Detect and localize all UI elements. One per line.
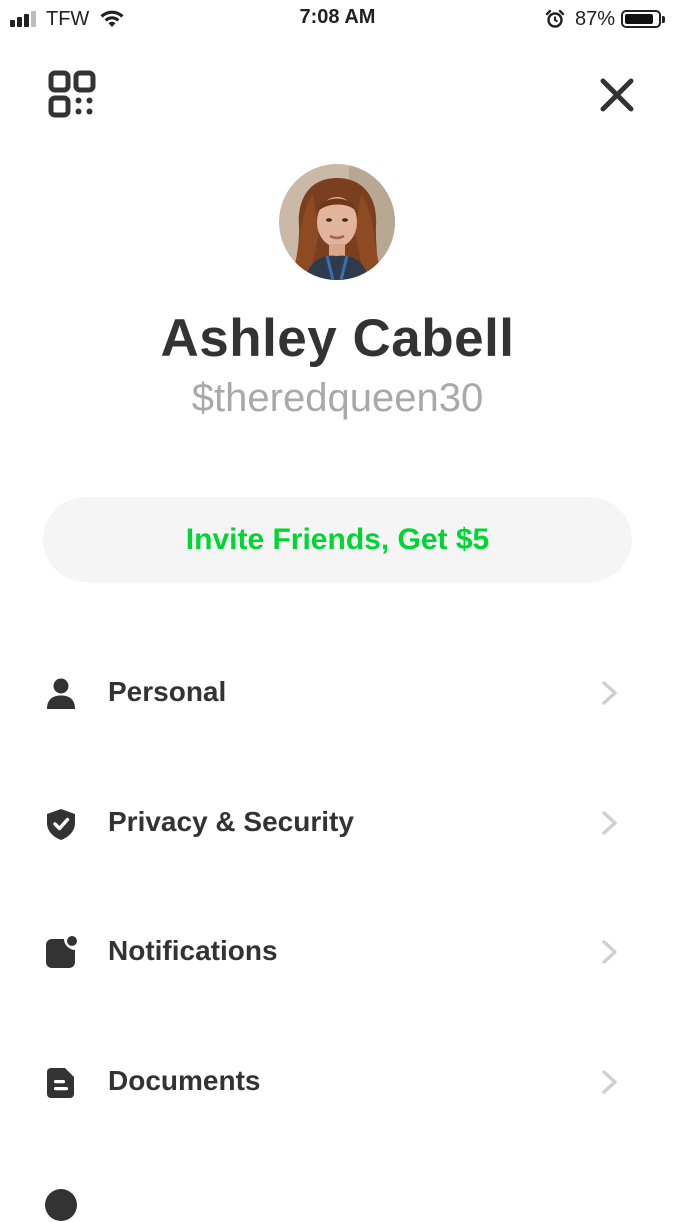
status-bar-right: 87% xyxy=(545,6,665,32)
shield-icon xyxy=(47,809,75,840)
menu-item-documents[interactable]: Documents xyxy=(0,1032,675,1132)
invite-friends-button[interactable]: Invite Friends, Get $5 xyxy=(43,497,632,582)
document-icon xyxy=(47,1068,74,1098)
chevron-right-icon xyxy=(602,811,617,835)
menu-item-personal[interactable]: Personal xyxy=(0,643,675,743)
status-bar: TFW 7:08 AM 87% xyxy=(0,0,675,38)
menu-label-notifications: Notifications xyxy=(108,935,278,966)
alarm-icon xyxy=(545,9,565,28)
profile-cashtag: $theredqueen30 xyxy=(191,376,484,420)
menu-item-privacy-security[interactable]: Privacy & Security xyxy=(0,773,675,873)
battery-icon xyxy=(621,10,661,28)
menu-label-documents: Documents xyxy=(108,1065,261,1096)
battery-tip xyxy=(662,15,665,23)
chevron-right-icon xyxy=(602,940,617,964)
profile-name: Ashley Cabell xyxy=(160,309,515,368)
qr-code-button[interactable] xyxy=(48,70,96,118)
person-icon xyxy=(47,678,75,709)
qr-code-icon xyxy=(48,70,96,118)
menu-item-notifications[interactable]: Notifications xyxy=(0,902,675,1002)
menu-label-personal: Personal xyxy=(108,676,227,707)
close-icon xyxy=(600,78,634,112)
close-button[interactable] xyxy=(598,76,636,114)
avatar[interactable] xyxy=(279,164,395,280)
chevron-right-icon xyxy=(602,1070,617,1094)
chevron-right-icon xyxy=(602,681,617,705)
battery-percentage: 87% xyxy=(574,7,615,30)
profile-photo xyxy=(279,164,395,280)
menu-label-privacy-security: Privacy & Security xyxy=(108,806,354,837)
notification-icon xyxy=(46,936,77,968)
invite-friends-label: Invite Friends, Get $5 xyxy=(185,522,490,556)
partial-menu-icon xyxy=(45,1189,77,1221)
